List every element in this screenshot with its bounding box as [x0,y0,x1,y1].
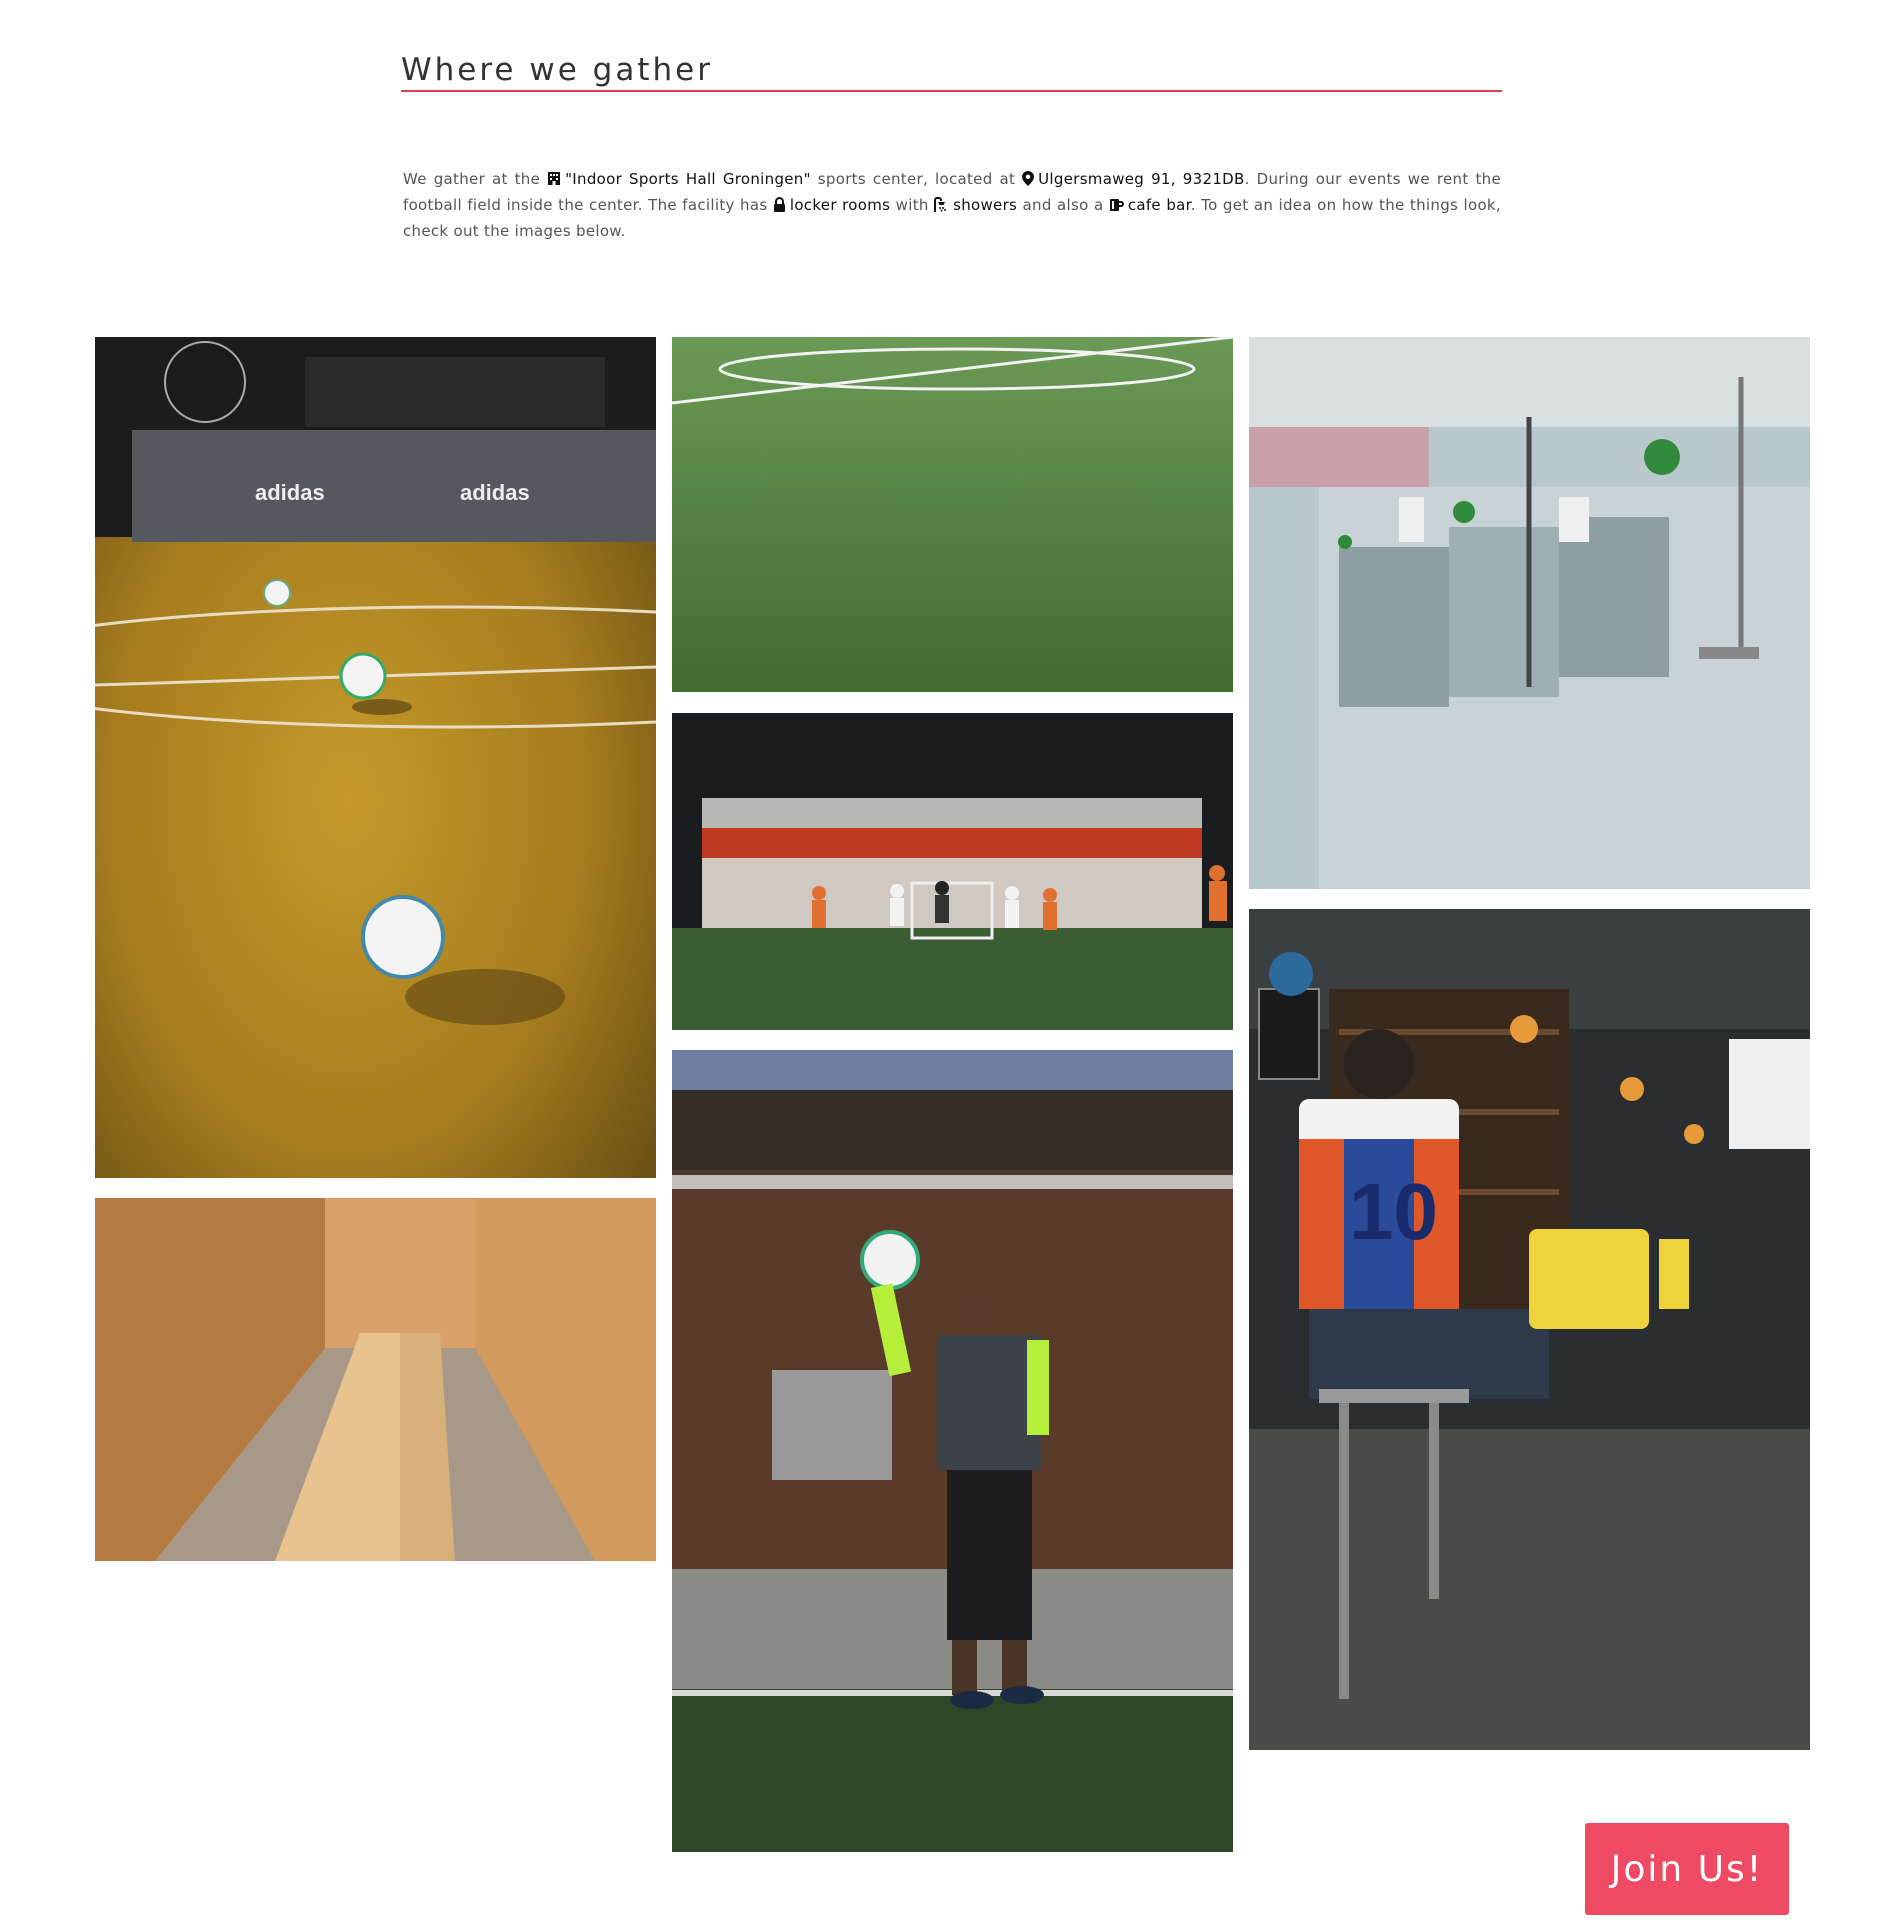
gallery-image-shower-room [1249,337,1810,889]
adidas-banner-right: adidas [460,480,530,505]
map-pin-icon [1022,171,1035,186]
gallery-image-turf-field [672,337,1233,692]
join-us-button[interactable]: Join Us! [1585,1823,1789,1915]
section-heading: Where we gather [401,52,1502,92]
lock-icon [773,197,785,212]
mug-icon [1109,199,1124,211]
shower-icon [934,197,947,212]
gallery-image-goalkeeper [672,1050,1233,1852]
indoor-pitch-photo: adidas adidas [95,337,656,1178]
goalkeeper-photo [672,1050,1233,1852]
adidas-banner-left: adidas [255,480,325,505]
turf-field-photo [672,337,1233,692]
gallery-image-cafe-bar: 10 [1249,909,1810,1750]
shower-room-photo [1249,337,1810,889]
venue-name: "Indoor Sports Hall Groningen" [565,170,811,188]
gallery-image-cage-match [672,713,1233,1030]
jersey-number: 10 [1349,1167,1438,1256]
page-title: Where we gather [401,52,713,88]
cafe-bar-photo: 10 [1249,909,1810,1750]
gallery-image-locker-room [95,1198,656,1561]
gallery-image-indoor-pitch: adidas adidas [95,337,656,1178]
locker-room-photo [95,1198,656,1561]
cafe-bar-text: cafe bar [1127,196,1191,214]
locker-rooms-text: locker rooms [789,196,891,214]
intro-paragraph: We gather at the "Indoor Sports Hall Gro… [403,170,1501,240]
building-icon [548,172,561,185]
venue-address: Ulgersmaweg 91, 9321DB [1038,170,1245,188]
showers-text: showers [953,196,1018,214]
cage-match-photo [672,713,1233,1030]
